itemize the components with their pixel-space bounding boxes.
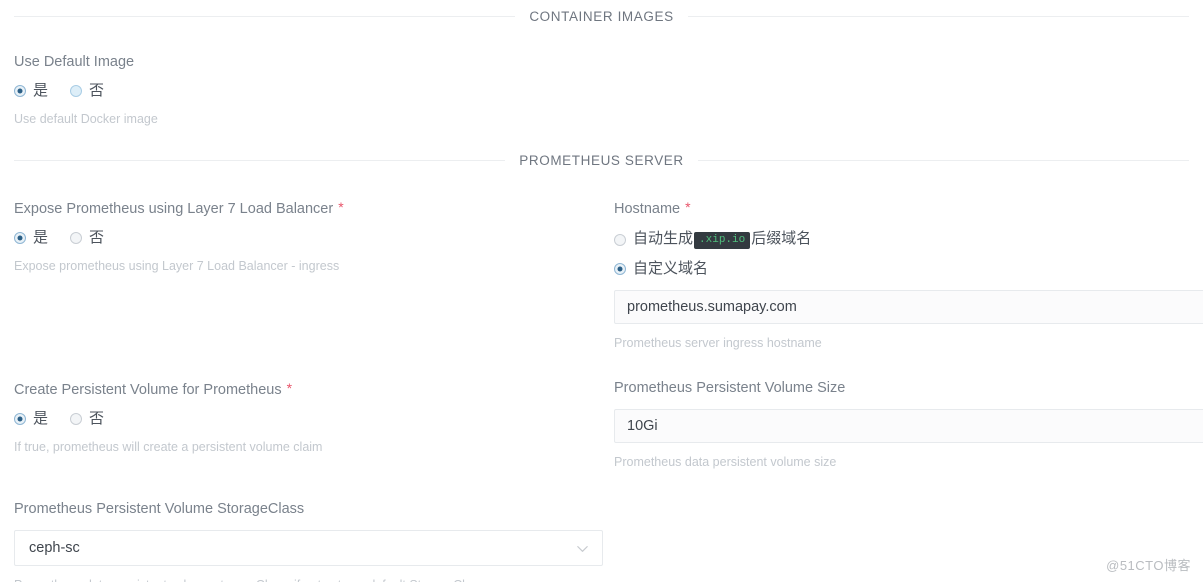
xip-io-code-badge: .xip.io xyxy=(694,232,751,249)
watermark: @51CTO博客 xyxy=(1106,558,1191,573)
radio-custom-domain-label: 自定义域名 xyxy=(633,260,709,277)
radio-option-no[interactable]: 否 xyxy=(70,410,104,428)
radio-yes-label: 是 xyxy=(33,82,49,99)
radio-group-hostname-mode[interactable]: 自动生成 .xip.io 后缀域名 自定义域名 xyxy=(614,230,1203,278)
field-persistent-volume-storageclass: Prometheus Persistent Volume StorageClas… xyxy=(14,500,603,582)
radio-no-icon[interactable] xyxy=(70,413,83,425)
radio-group-expose-layer7[interactable]: 是 否 xyxy=(14,229,593,247)
section-divider-left xyxy=(14,16,516,17)
field-label: Use Default Image xyxy=(14,53,593,71)
chevron-down-icon[interactable] xyxy=(575,541,590,556)
hostname-input[interactable]: prometheus.sumapay.com xyxy=(614,290,1203,324)
field-label-text: Create Persistent Volume for Prometheus xyxy=(14,382,282,398)
section-header-prometheus-server: PROMETHEUS SERVER xyxy=(0,153,1203,168)
persistent-volume-size-value: 10Gi xyxy=(627,418,658,434)
radio-no-label: 否 xyxy=(89,82,105,99)
radio-group-create-persistent-volume[interactable]: 是 否 xyxy=(14,410,593,428)
field-label-text: Hostname xyxy=(614,201,681,217)
radio-option-custom-domain[interactable]: 自定义域名 xyxy=(614,260,1203,278)
radio-option-no[interactable]: 否 xyxy=(70,229,104,247)
required-asterisk: * xyxy=(685,199,691,215)
field-label-text: Expose Prometheus using Layer 7 Load Bal… xyxy=(14,201,334,217)
storageclass-select[interactable]: ceph-sc xyxy=(14,530,603,566)
radio-yes-icon[interactable] xyxy=(14,232,26,244)
field-use-default-image: Use Default Image 是 否 Use default Docker… xyxy=(14,53,593,127)
section-divider-left xyxy=(14,160,506,161)
radio-custom-domain-icon[interactable] xyxy=(614,263,626,275)
field-helper-text: Expose prometheus using Layer 7 Load Bal… xyxy=(14,259,340,273)
section-title: PROMETHEUS SERVER xyxy=(519,153,684,168)
field-helper-text: Use default Docker image xyxy=(14,112,158,126)
section-title: CONTAINER IMAGES xyxy=(529,9,674,24)
radio-option-yes[interactable]: 是 xyxy=(14,229,48,247)
section-divider-right xyxy=(687,16,1189,17)
radio-auto-generate-icon[interactable] xyxy=(614,233,626,246)
radio-no-label: 否 xyxy=(89,229,105,246)
radio-no-icon[interactable] xyxy=(70,232,83,244)
field-helper-text: If true, prometheus will create a persis… xyxy=(14,440,323,454)
field-helper-text: Prometheus data persistent volume size xyxy=(614,455,837,469)
radio-yes-label: 是 xyxy=(33,229,49,246)
field-label: Prometheus Persistent Volume StorageClas… xyxy=(14,500,593,518)
field-helper-text: Prometheus server ingress hostname xyxy=(614,336,822,350)
field-label: Hostname * xyxy=(614,198,1203,218)
radio-option-auto-generate[interactable]: 自动生成 .xip.io 后缀域名 xyxy=(614,230,1203,249)
hostname-input-value: prometheus.sumapay.com xyxy=(627,299,797,315)
field-label-text: Prometheus Persistent Volume Size xyxy=(614,380,846,396)
field-label: Prometheus Persistent Volume Size xyxy=(614,379,1203,397)
section-divider-right xyxy=(697,160,1190,161)
required-asterisk: * xyxy=(286,380,293,396)
field-label: Expose Prometheus using Layer 7 Load Bal… xyxy=(14,198,593,218)
field-label-text: Use Default Image xyxy=(14,54,135,70)
section-header-container-images: CONTAINER IMAGES xyxy=(0,9,1203,24)
radio-option-yes[interactable]: 是 xyxy=(14,410,48,428)
radio-option-no[interactable]: 否 xyxy=(70,82,104,100)
radio-no-icon[interactable] xyxy=(70,85,83,97)
radio-yes-icon[interactable] xyxy=(14,85,26,97)
radio-option-yes[interactable]: 是 xyxy=(14,82,48,100)
storageclass-selected-value: ceph-sc xyxy=(29,540,80,556)
persistent-volume-size-input[interactable]: 10Gi xyxy=(614,409,1203,443)
required-asterisk: * xyxy=(338,199,344,215)
radio-group-use-default-image[interactable]: 是 否 xyxy=(14,82,593,100)
field-expose-layer7-load-balancer: Expose Prometheus using Layer 7 Load Bal… xyxy=(14,198,593,274)
radio-yes-icon[interactable] xyxy=(14,413,26,425)
container-images-right-column-empty xyxy=(607,53,1203,127)
radio-auto-generate-label: 自动生成 .xip.io 后缀域名 xyxy=(633,230,811,249)
radio-no-label: 否 xyxy=(89,410,105,427)
field-persistent-volume-size: Prometheus Persistent Volume Size 10Gi P… xyxy=(614,379,1203,470)
field-create-persistent-volume: Create Persistent Volume for Prometheus *… xyxy=(14,379,593,455)
radio-yes-label: 是 xyxy=(33,410,49,427)
field-helper-text: Prometheus data persistent volume storag… xyxy=(14,577,593,582)
settings-form-page: CONTAINER IMAGES Use Default Image 是 否 U… xyxy=(0,0,1203,582)
field-hostname: Hostname * 自动生成 .xip.io 后缀域名 自定义域名 promethe… xyxy=(614,198,1203,351)
field-label: Create Persistent Volume for Prometheus * xyxy=(14,379,593,399)
auto-prefix-text: 自动生成 xyxy=(633,230,694,247)
field-label-text: Prometheus Persistent Volume StorageClas… xyxy=(14,501,305,517)
auto-suffix-text: 后缀域名 xyxy=(751,230,812,247)
